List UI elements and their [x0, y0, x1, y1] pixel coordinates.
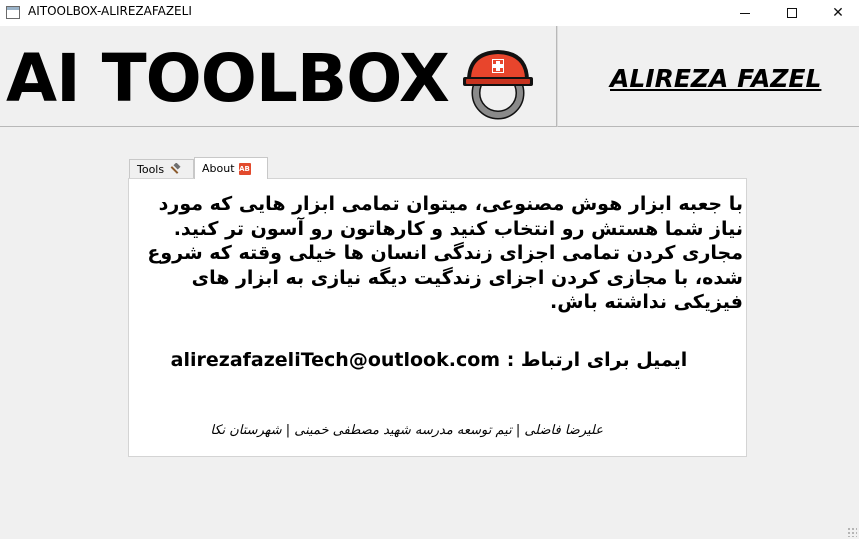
app-title: AI TOOLBOX: [6, 40, 450, 117]
about-panel: با جعبه ابزار هوش مصنوعی، میتوان تمامی ا…: [128, 178, 747, 457]
minimize-icon: [740, 12, 750, 14]
tab-tools[interactable]: Tools: [129, 159, 194, 178]
hammer-icon: [170, 162, 181, 174]
about-description: با جعبه ابزار هوش مصنوعی، میتوان تمامی ا…: [147, 193, 743, 313]
tab-about-label: About: [202, 162, 235, 175]
header-title-area: AI TOOLBOX: [0, 26, 557, 127]
app-window-icon: [6, 6, 20, 19]
contact-email: ایمیل برای ارتباط : alirezafazeliTech@ou…: [170, 349, 688, 371]
window-title: AITOOLBOX-ALIREZAFAZELI: [28, 4, 192, 18]
helmet-icon: [463, 50, 533, 120]
author-name: ALIREZA FAZEL: [610, 64, 822, 93]
close-icon: ✕: [832, 5, 844, 21]
maximize-button[interactable]: [769, 0, 815, 26]
ab-icon: AB: [238, 162, 251, 175]
maximize-icon: [787, 8, 797, 18]
resize-grip[interactable]: [847, 527, 857, 537]
header-author-area: ALIREZA FAZEL: [557, 26, 859, 127]
tab-about[interactable]: About AB: [194, 157, 268, 179]
window-titlebar: AITOOLBOX-ALIREZAFAZELI ✕: [0, 0, 859, 26]
tab-tools-label: Tools: [137, 162, 165, 176]
minimize-button[interactable]: [722, 0, 768, 26]
close-button[interactable]: ✕: [815, 0, 859, 26]
credits-text: علیرضا فاضلی | تیم توسعه مدرسه شهید مصطف…: [210, 423, 603, 438]
